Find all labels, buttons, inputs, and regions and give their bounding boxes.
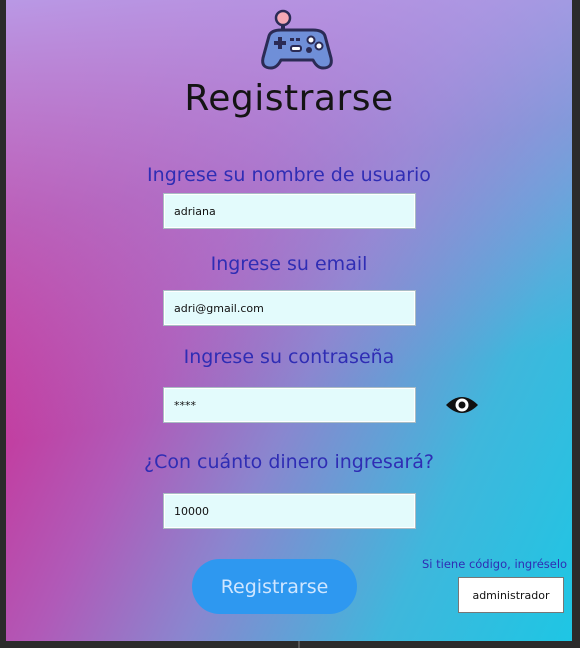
password-field[interactable]: [163, 387, 416, 423]
username-label: Ingrese su nombre de usuario: [147, 164, 431, 186]
username-field[interactable]: [163, 193, 416, 229]
password-label: Ingrese su contraseña: [183, 346, 395, 368]
money-field[interactable]: [163, 493, 416, 529]
page-title: Registrarse: [184, 78, 394, 119]
register-button[interactable]: Registrarse: [192, 559, 357, 614]
bottom-divider: [298, 641, 300, 648]
email-field[interactable]: [163, 290, 416, 326]
eye-icon[interactable]: [444, 391, 480, 419]
admin-code-hint: Si tiene código, ingréselo: [422, 557, 568, 571]
email-label: Ingrese su email: [210, 253, 368, 275]
gamepad-icon: [261, 9, 333, 70]
register-panel: Registrarse Ingrese su nombre de usuario…: [6, 0, 572, 641]
admin-code-field[interactable]: [458, 577, 564, 613]
money-label: ¿Con cuánto dinero ingresará?: [143, 451, 435, 473]
